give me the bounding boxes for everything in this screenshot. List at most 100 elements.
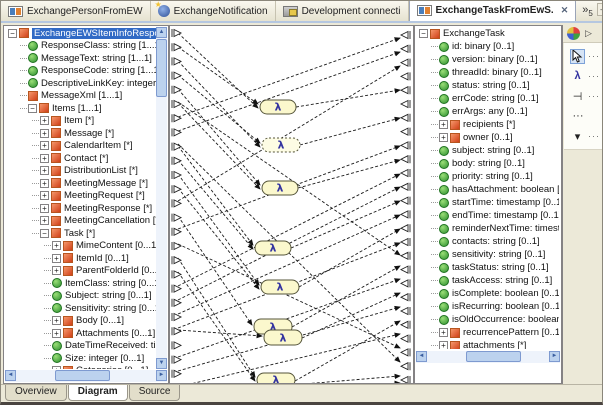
scroll-left-arrow-icon[interactable]: ◄: [416, 351, 427, 362]
scroll-right-arrow-icon[interactable]: ►: [549, 351, 560, 362]
lambda-tool[interactable]: λ···: [566, 66, 600, 86]
expand-toggle-icon[interactable]: +: [52, 329, 61, 338]
drawer-dots[interactable]: ···: [566, 106, 600, 126]
source-connector-terminal[interactable]: [172, 100, 181, 108]
tree-row[interactable]: MessageText: string [1...1]: [5, 52, 156, 65]
link-tool[interactable]: ⊣···: [566, 86, 600, 106]
scrollbar-thumb[interactable]: [55, 370, 110, 381]
select-tool[interactable]: ···: [566, 46, 600, 66]
palette-icon[interactable]: [567, 27, 580, 40]
lambda-function-box[interactable]: λ: [262, 181, 298, 195]
tree-node-label[interactable]: version: binary [0..1]: [452, 54, 538, 65]
expand-toggle-icon[interactable]: +: [439, 328, 448, 337]
editor-tab-exchangenotification[interactable]: ExchangeNotification: [151, 1, 276, 21]
target-connector-terminal[interactable]: [401, 128, 410, 136]
expand-toggle-icon[interactable]: +: [40, 179, 49, 188]
tree-node-label[interactable]: sensitivity: string [0..1]: [452, 249, 545, 260]
scrollbar-thumb[interactable]: [156, 39, 167, 97]
tree-row[interactable]: version: binary [0..1]: [416, 53, 559, 66]
tree-row[interactable]: hasAttachment: boolean [0..1]: [416, 183, 559, 196]
tree-node-label[interactable]: DistributionList [*]: [64, 165, 138, 176]
mapping-link[interactable]: [178, 160, 253, 249]
tree-node-label[interactable]: owner [0..1]: [463, 132, 513, 143]
tree-node-label[interactable]: attachments [*]: [463, 340, 526, 349]
tree-node-label[interactable]: Item [*]: [64, 115, 94, 126]
tree-node-label[interactable]: startTime: timestamp [0..1]: [452, 197, 559, 208]
source-connector-terminal[interactable]: [172, 256, 181, 264]
tree-node-label[interactable]: MimeContent [0...1]: [76, 240, 156, 251]
source-connector-terminal[interactable]: [172, 199, 181, 207]
tree-row[interactable]: DateTimeReceived: timestamp [0...1]: [5, 340, 156, 353]
tree-node-label[interactable]: MeetingCancellation [*]: [64, 215, 156, 226]
tree-row[interactable]: −ExchangeTask: [416, 27, 559, 40]
tree-node-label[interactable]: isRecurring: boolean [0..1]: [452, 301, 559, 312]
right-horizontal-scrollbar[interactable]: ◄ ►: [416, 351, 560, 363]
tree-node-label[interactable]: reminderNextTime: timestamp [0..1]: [452, 223, 559, 234]
tree-row[interactable]: ResponseCode: string [1...1]: [5, 65, 156, 78]
collapse-toggle-icon[interactable]: −: [8, 29, 17, 38]
collapse-toggle-icon[interactable]: −: [40, 229, 49, 238]
tree-row[interactable]: isComplete: boolean [0..1]: [416, 287, 559, 300]
tree-node-label[interactable]: taskAccess: string [0..1]: [452, 275, 552, 286]
mapping-link[interactable]: [178, 272, 255, 381]
tree-node-label[interactable]: isComplete: boolean [0..1]: [452, 288, 559, 299]
mapping-link[interactable]: [302, 293, 400, 338]
source-connector-terminal[interactable]: [172, 114, 181, 122]
tree-row[interactable]: body: string [0..1]: [416, 157, 559, 170]
palette-flyout-chevron-icon[interactable]: ▷: [585, 28, 592, 39]
tree-row[interactable]: startTime: timestamp [0..1]: [416, 196, 559, 209]
target-connector-terminal[interactable]: [401, 31, 410, 39]
tree-node-label[interactable]: errArgs: any [0..1]: [452, 106, 528, 117]
mapping-link[interactable]: [178, 258, 255, 377]
target-connector-terminal[interactable]: [401, 59, 410, 67]
tree-node-label[interactable]: Contact [*]: [64, 153, 108, 164]
tree-row[interactable]: +recipients [*]: [416, 118, 559, 131]
scroll-right-arrow-icon[interactable]: ►: [156, 370, 167, 381]
tree-node-label[interactable]: DescriptiveLinkKey: integer [1...1]: [41, 78, 156, 89]
mapping-link[interactable]: [295, 321, 400, 381]
tree-node-label[interactable]: Attachments [0...1]: [76, 328, 155, 339]
tree-node-label[interactable]: DateTimeReceived: timestamp [0...1]: [65, 340, 156, 351]
tree-row[interactable]: DescriptiveLinkKey: integer [1...1]: [5, 77, 156, 90]
mapping-link[interactable]: [178, 215, 400, 314]
expand-toggle-icon[interactable]: +: [40, 216, 49, 225]
tab-overflow-chevron[interactable]: »5: [582, 4, 593, 18]
mapping-canvas[interactable]: λλλλλλλλ: [169, 25, 414, 384]
tree-row[interactable]: ResponseClass: string [1...1]: [5, 40, 156, 53]
tree-row[interactable]: threadId: binary [0..1]: [416, 66, 559, 79]
lambda-function-box[interactable]: λ: [261, 280, 299, 294]
source-connector-terminal[interactable]: [172, 242, 181, 250]
tree-row[interactable]: priority: string [0..1]: [416, 170, 559, 183]
mapping-link[interactable]: [178, 33, 258, 108]
expand-toggle-icon[interactable]: +: [52, 316, 61, 325]
minimize-button[interactable]: —: [597, 3, 603, 16]
mapping-link[interactable]: [296, 90, 400, 107]
scrollbar-thumb[interactable]: [466, 351, 521, 362]
target-connector-terminal[interactable]: [401, 376, 410, 384]
tree-node-label[interactable]: ResponseCode: string [1...1]: [41, 65, 156, 76]
tree-row[interactable]: + MimeContent [0...1]: [5, 240, 156, 253]
tree-node-label[interactable]: ParentFolderId [0...1]: [76, 265, 156, 276]
scroll-left-arrow-icon[interactable]: ◄: [5, 370, 16, 381]
tree-node-label[interactable]: Categories [0...1]: [76, 365, 148, 369]
tree-row[interactable]: subject: string [0..1]: [416, 144, 559, 157]
tree-node-label[interactable]: Message [*]: [64, 128, 114, 139]
expand-toggle-icon[interactable]: +: [40, 166, 49, 175]
target-connector-terminal[interactable]: [401, 335, 410, 343]
tree-node-label[interactable]: MessageXml [1...1]: [41, 90, 122, 101]
target-connector-terminal[interactable]: [401, 183, 410, 191]
tree-node-label[interactable]: ItemId [0...1]: [76, 253, 129, 264]
close-icon[interactable]: ✕: [561, 5, 569, 16]
target-connector-terminal[interactable]: [401, 86, 410, 94]
target-connector-terminal[interactable]: [401, 279, 410, 287]
target-connector-terminal[interactable]: [401, 155, 410, 163]
source-connector-terminal[interactable]: [172, 341, 181, 349]
expand-toggle-icon[interactable]: +: [52, 366, 61, 369]
expand-toggle-icon[interactable]: +: [439, 120, 448, 129]
lambda-function-box[interactable]: λ: [264, 330, 302, 345]
tree-row[interactable]: −ExchangeEWSItemInfoResponse: [5, 27, 156, 40]
tree-node-label[interactable]: errCode: string [0..1]: [452, 93, 539, 104]
expand-toggle-icon[interactable]: +: [52, 241, 61, 250]
target-connector-terminal[interactable]: [401, 169, 410, 177]
expand-toggle-icon[interactable]: +: [40, 129, 49, 138]
